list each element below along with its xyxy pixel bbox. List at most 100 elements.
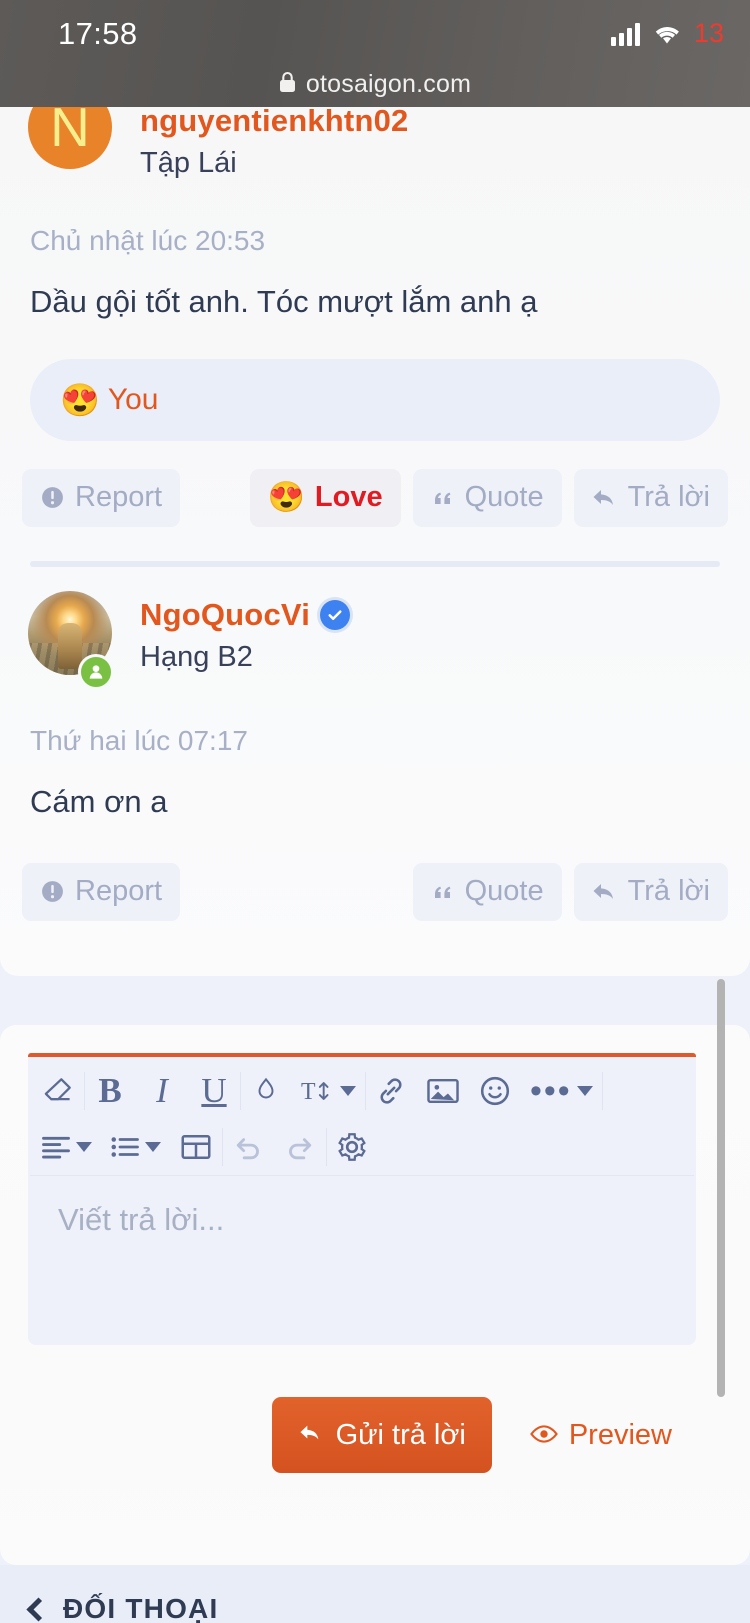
italic-label: I [156,1071,168,1110]
love-button[interactable]: 😍 Love [249,468,401,527]
reply-editor: B I U T ••• Viết trả lời... [28,1053,696,1345]
editor-toolbar-row-2 [28,1119,696,1175]
post-message: Cám ơn a [30,783,168,819]
love-label: Love [314,481,383,514]
phone-screen: 17:58 13 otosaigon.com N nguyentienkhtn0… [0,0,750,1623]
reply-label: Trả lời [627,875,710,908]
heart-eyes-emoji-icon: 😍 [267,480,305,514]
lock-icon [279,71,296,98]
avatar[interactable]: N [28,107,112,169]
image-icon[interactable] [417,1063,469,1119]
bottom-navigation-bar: ĐỐI THOẠI [0,1565,750,1623]
username[interactable]: NgoQuocVi [140,597,310,633]
heart-eyes-emoji-icon: 😍 [60,381,100,418]
bold-label: B [98,1071,122,1110]
user-rank: Hạng B2 [140,640,253,673]
table-icon[interactable] [170,1119,223,1175]
avatar-photo-figure [58,622,82,669]
chevron-down-icon [76,1142,92,1152]
status-indicators: 13 [610,18,724,49]
reaction-label: You [107,382,159,416]
post-item: N nguyentienkhtn02 Tập Lái Chủ nhật lúc … [0,107,750,567]
underline-icon[interactable]: U [188,1063,241,1119]
posts-card: N nguyentienkhtn02 Tập Lái Chủ nhật lúc … [0,107,750,976]
chevron-down-icon [340,1086,356,1096]
status-time: 17:58 [58,16,138,51]
post-item: NgoQuocVi Hạng B2 Thứ hai lúc 07:17 Cám … [0,590,750,921]
battery-percentage: 13 [693,18,724,48]
reply-editor-panel: B I U T ••• Viết trả lời... Gửi trả lời … [0,1025,750,1565]
avatar-initial: N [50,107,90,158]
user-rank: Tập Lái [140,147,237,179]
chevron-left-icon [26,1596,51,1622]
remove-format-icon[interactable] [32,1063,85,1119]
vertical-scrollbar[interactable] [717,979,725,1397]
username[interactable]: nguyentienkhtn02 [140,107,408,139]
font-size-icon[interactable]: T [292,1063,366,1119]
quote-label: Quote [464,481,544,514]
redo-icon[interactable] [274,1119,327,1175]
reply-textarea[interactable]: Viết trả lời... [28,1176,696,1346]
reaction-bar[interactable]: 😍 You [30,358,720,441]
post-author[interactable]: nguyentienkhtn02 [140,107,408,139]
svg-text:T: T [301,1079,316,1105]
exclamation-circle-icon [40,879,65,904]
thread-content: N nguyentienkhtn02 Tập Lái Chủ nhật lúc … [0,107,750,1623]
reply-arrow-icon [592,880,618,904]
reply-arrow-icon [592,486,618,510]
editor-footer: Gửi trả lời Preview [0,1375,750,1495]
editor-toolbar-row-1: B I U T ••• [28,1063,696,1119]
url-text: otosaigon.com [305,70,472,98]
online-status-icon [78,653,114,690]
post-message: Dầu gội tốt anh. Tóc mượt lắm anh ạ [30,284,538,319]
post-author[interactable]: NgoQuocVi [140,597,351,633]
preview-label: Preview [568,1418,672,1451]
post-timestamp: Thứ hai lúc 07:17 [30,724,248,756]
post-actions: Report Quote Trả lời [22,862,728,921]
emoji-icon[interactable] [469,1063,521,1119]
verified-badge-icon [320,599,351,630]
submit-reply-label: Gửi trả lời [335,1418,466,1451]
chevron-down-icon [145,1142,161,1152]
quote-icon [431,486,455,510]
submit-reply-button[interactable]: Gửi trả lời [271,1397,492,1473]
eye-icon [529,1419,558,1452]
report-label: Report [75,875,163,908]
reply-button[interactable]: Trả lời [573,468,728,527]
underline-label: U [201,1071,227,1110]
quote-button[interactable]: Quote [412,862,562,921]
url-bar[interactable]: otosaigon.com [0,62,750,107]
more-options-icon[interactable]: ••• [521,1063,603,1119]
chevron-down-icon [576,1086,593,1096]
undo-icon[interactable] [222,1119,274,1175]
reply-arrow-icon [298,1419,324,1452]
back-label: ĐỐI THOẠI [63,1593,219,1623]
post-header: N nguyentienkhtn02 Tập Lái [0,107,750,225]
browser-top-bar: 17:58 13 otosaigon.com [0,0,750,107]
post-timestamp: Chủ nhật lúc 20:53 [30,225,266,256]
post-actions: Report 😍 Love Quote Trả lời [22,468,728,527]
align-icon[interactable] [32,1119,101,1175]
report-button[interactable]: Report [22,468,181,527]
reply-label: Trả lời [627,481,710,514]
settings-icon[interactable] [326,1119,378,1175]
italic-icon[interactable]: I [136,1063,188,1119]
list-icon[interactable] [101,1119,170,1175]
reply-button[interactable]: Trả lời [573,862,728,921]
wifi-icon [652,22,682,45]
text-color-icon[interactable] [240,1063,292,1119]
preview-button[interactable]: Preview [529,1418,672,1452]
post-divider [30,560,720,567]
cellular-bars-icon [610,22,640,46]
status-bar: 17:58 13 [0,0,750,62]
exclamation-circle-icon [40,485,65,510]
back-to-conversation-button[interactable]: ĐỐI THOẠI [26,1593,219,1623]
bold-icon[interactable]: B [84,1063,136,1119]
report-label: Report [75,481,163,514]
report-button[interactable]: Report [22,862,181,921]
quote-button[interactable]: Quote [412,468,562,527]
ellipsis-icon: ••• [530,1071,572,1110]
quote-label: Quote [464,875,544,908]
link-icon[interactable] [365,1063,417,1119]
post-header: NgoQuocVi Hạng B2 [0,590,750,709]
